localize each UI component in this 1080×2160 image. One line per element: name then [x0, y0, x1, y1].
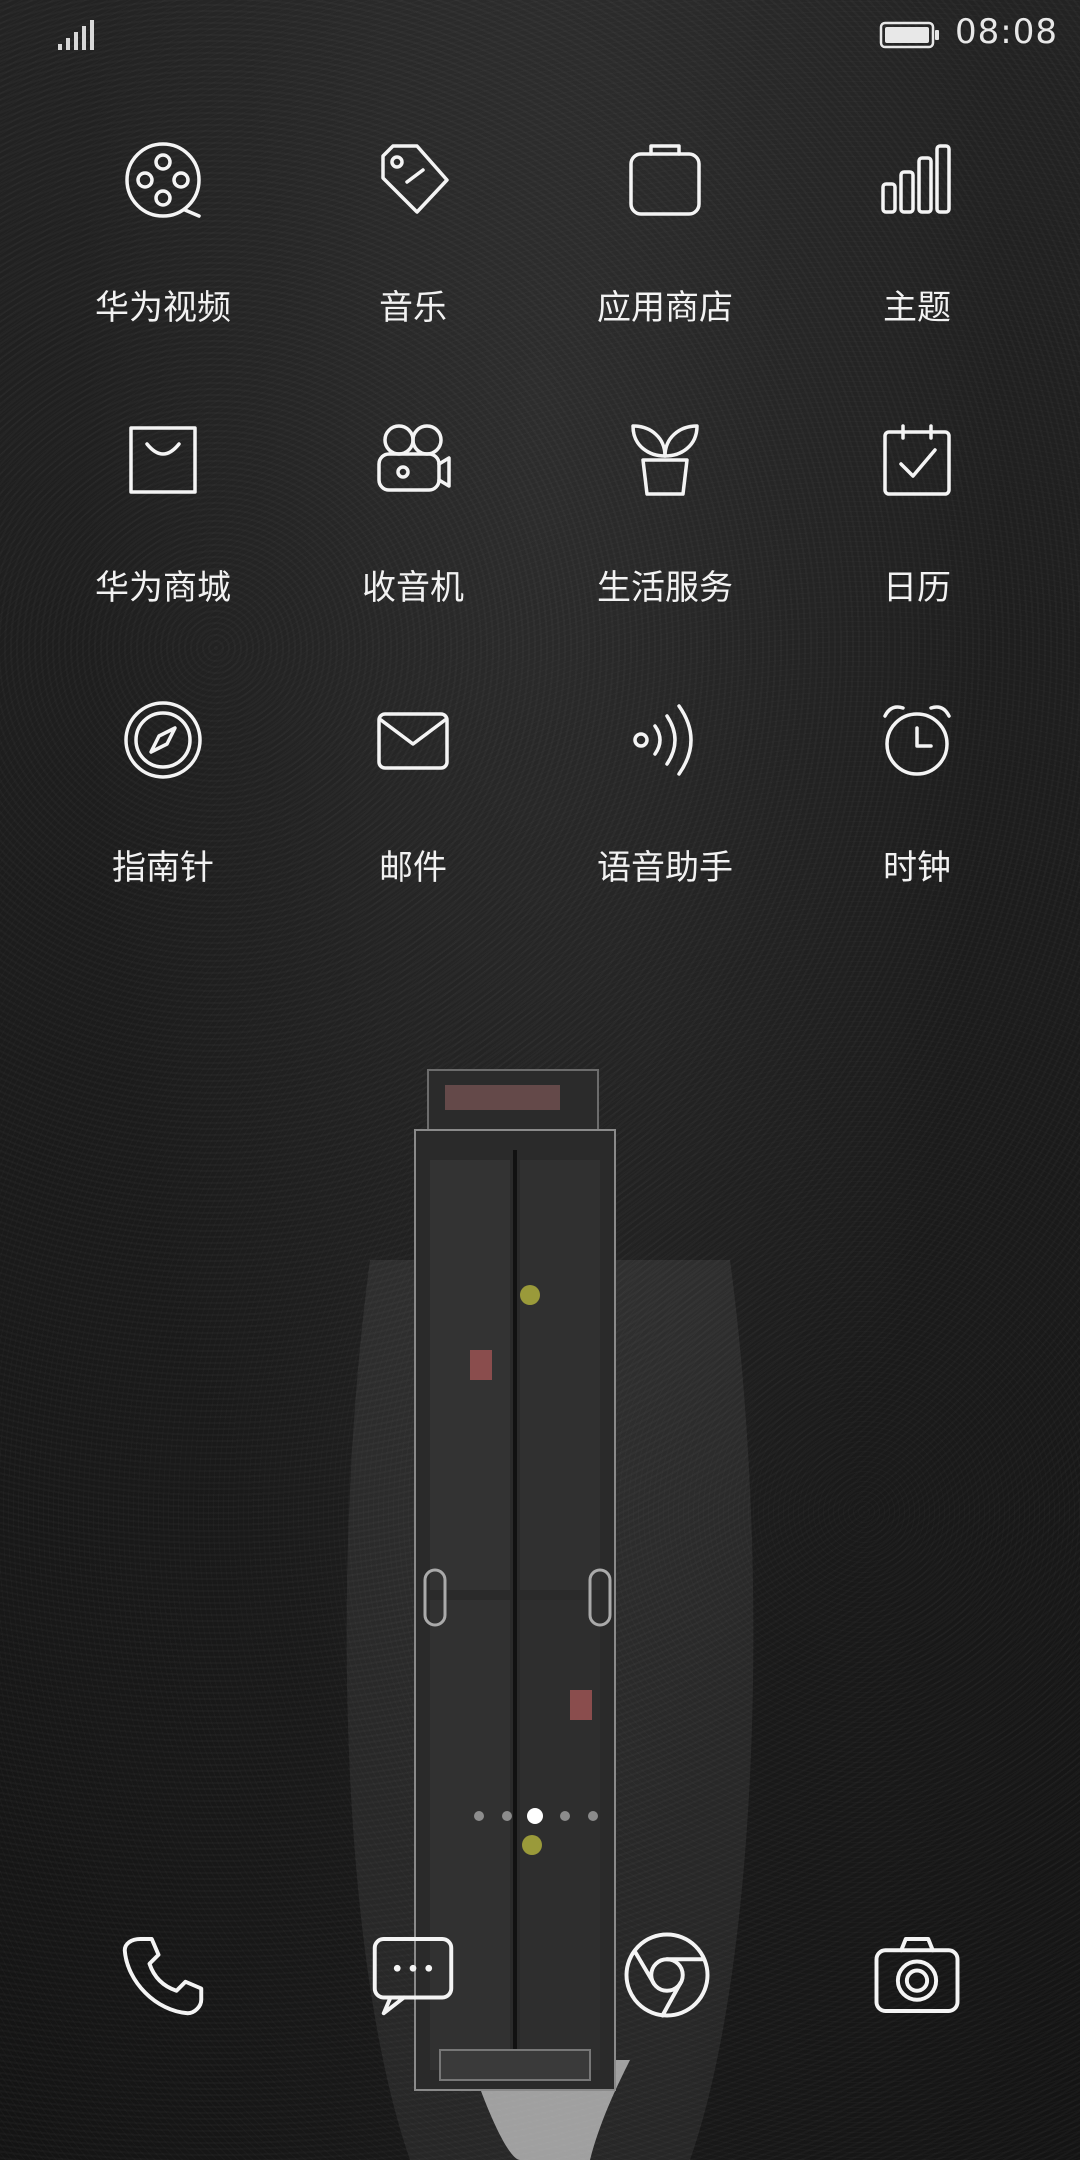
plant-icon: [631, 424, 699, 496]
app-label: 华为商城: [95, 568, 231, 608]
app-label: 时钟: [883, 848, 951, 888]
dock-browser-button[interactable]: [622, 1930, 712, 2020]
themes-icon: [881, 144, 951, 214]
radio-icon: [377, 424, 451, 492]
app-label: 音乐: [379, 288, 447, 328]
shopping-bag-icon: [129, 426, 197, 494]
phone-icon: [122, 1937, 204, 2016]
app-music[interactable]: 音乐: [283, 130, 543, 380]
app-label: 收音机: [362, 568, 464, 608]
status-time: 08:08: [955, 12, 1058, 52]
app-label: 主题: [883, 288, 951, 328]
app-label: 日历: [883, 568, 951, 608]
messages-icon: [372, 1937, 454, 2016]
dock-messages-button[interactable]: [368, 1930, 458, 2020]
page-dot[interactable]: [474, 1811, 484, 1821]
dock: [0, 1930, 1080, 2050]
music-tag-icon: [381, 144, 449, 214]
app-voice-assistant[interactable]: 语音助手: [535, 690, 795, 940]
dock-phone-button[interactable]: [118, 1930, 208, 2020]
compass-icon: [124, 701, 202, 779]
video-icon: [125, 142, 201, 218]
mail-icon: [377, 712, 449, 770]
app-app-store[interactable]: 应用商店: [535, 130, 795, 380]
app-label: 生活服务: [597, 568, 733, 608]
app-compass[interactable]: 指南针: [33, 690, 293, 940]
app-huawei-video[interactable]: 华为视频: [33, 130, 293, 380]
page-dot[interactable]: [560, 1811, 570, 1821]
app-calendar[interactable]: 日历: [787, 410, 1047, 660]
app-label: 应用商店: [597, 288, 733, 328]
browser-icon: [624, 1932, 710, 2018]
signal-icon: [58, 20, 94, 50]
alarm-clock-icon: [883, 705, 951, 776]
app-mail[interactable]: 邮件: [283, 690, 543, 940]
app-radio[interactable]: 收音机: [283, 410, 543, 660]
camera-icon: [874, 1937, 960, 2013]
calendar-icon: [883, 424, 951, 496]
app-store-icon: [629, 144, 701, 216]
home-screen: 08:08 华为视频 音乐 应用商店 主题 华为商城 收音机 生活服务 日历 指…: [0, 0, 1080, 2160]
app-label: 指南针: [112, 848, 214, 888]
app-label: 华为视频: [95, 288, 231, 328]
page-indicator[interactable]: [470, 1805, 610, 1829]
app-themes[interactable]: 主题: [787, 130, 1047, 380]
app-life-services[interactable]: 生活服务: [535, 410, 795, 660]
voice-assistant-icon: [633, 704, 693, 776]
battery-icon: [879, 21, 939, 49]
dock-camera-button[interactable]: [872, 1930, 962, 2020]
app-clock[interactable]: 时钟: [787, 690, 1047, 940]
app-label: 语音助手: [597, 848, 733, 888]
page-dot-active[interactable]: [527, 1808, 543, 1824]
app-label: 邮件: [379, 848, 447, 888]
app-huawei-mall[interactable]: 华为商城: [33, 410, 293, 660]
status-bar: 08:08: [0, 0, 1080, 70]
page-dot[interactable]: [588, 1811, 598, 1821]
page-dot[interactable]: [502, 1811, 512, 1821]
